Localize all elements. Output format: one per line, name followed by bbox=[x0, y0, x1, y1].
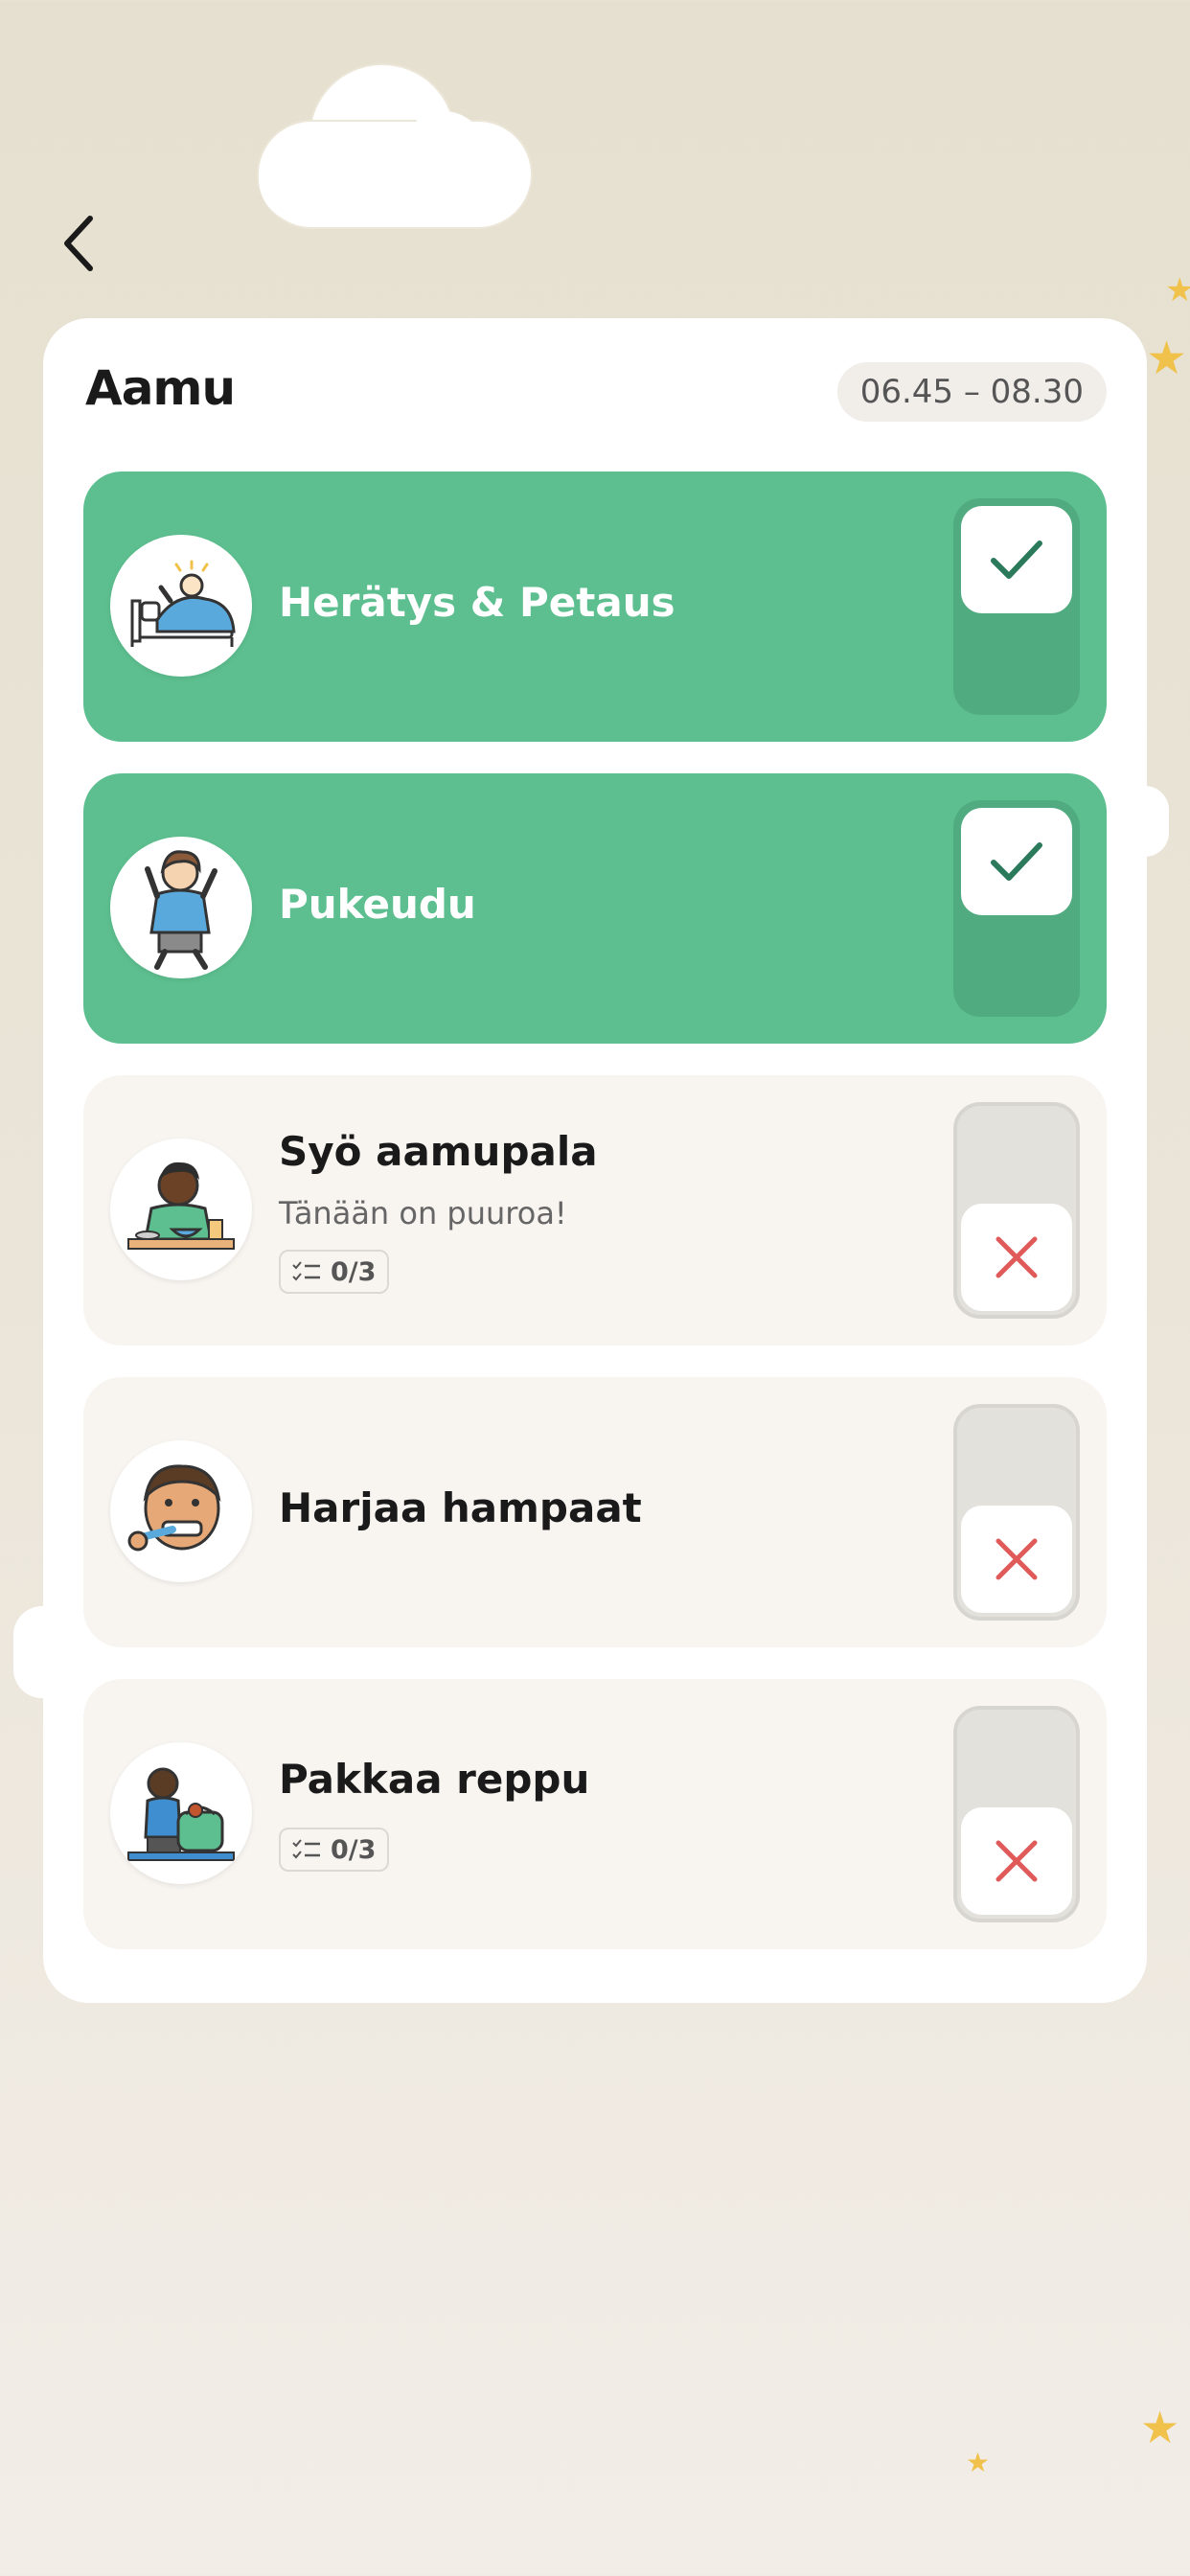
task-done-toggle[interactable] bbox=[953, 498, 1080, 715]
task-card-get-dressed[interactable]: Pukeudu bbox=[83, 773, 1107, 1044]
task-done-toggle[interactable] bbox=[953, 1102, 1080, 1319]
task-done-toggle[interactable] bbox=[953, 800, 1080, 1017]
toggle-knob bbox=[961, 1204, 1072, 1311]
checkmark-icon bbox=[991, 540, 1042, 579]
subtask-counter: 0/3 bbox=[279, 1828, 390, 1872]
checklist-icon bbox=[292, 1261, 320, 1281]
task-card-brush-teeth[interactable]: Harjaa hampaat bbox=[83, 1377, 1107, 1647]
toggle-knob bbox=[961, 1506, 1072, 1613]
brushing-teeth-illustration-icon bbox=[110, 1440, 252, 1582]
star-icon: ★ bbox=[1146, 332, 1188, 385]
back-button[interactable] bbox=[50, 209, 107, 278]
task-title: Syö aamupala bbox=[279, 1128, 598, 1175]
star-icon: ★ bbox=[966, 2447, 991, 2478]
routine-panel: Aamu 06.45 – 08.30 Herätys & Petaus Puke… bbox=[43, 318, 1147, 2003]
checklist-icon bbox=[292, 1839, 320, 1859]
cross-icon bbox=[995, 1840, 1038, 1882]
task-card-pack-backpack[interactable]: Pakkaa reppu 0/3 bbox=[83, 1679, 1107, 1949]
star-icon: ★ bbox=[1165, 271, 1190, 310]
waking-up-illustration-icon bbox=[110, 535, 252, 677]
chevron-left-icon bbox=[64, 216, 93, 271]
page-title: Aamu bbox=[85, 360, 236, 416]
subtask-count: 0/3 bbox=[331, 1834, 377, 1865]
cross-icon bbox=[995, 1236, 1038, 1278]
star-icon: ★ bbox=[1140, 2402, 1180, 2453]
task-title: Pukeudu bbox=[279, 881, 476, 928]
packing-backpack-illustration-icon bbox=[110, 1742, 252, 1884]
task-title: Harjaa hampaat bbox=[279, 1484, 642, 1531]
task-title: Pakkaa reppu bbox=[279, 1756, 590, 1803]
cloud-decoration-fill bbox=[259, 134, 527, 223]
subtask-count: 0/3 bbox=[331, 1256, 377, 1287]
toggle-knob bbox=[961, 808, 1072, 915]
toggle-knob bbox=[961, 506, 1072, 613]
subtask-counter: 0/3 bbox=[279, 1250, 390, 1294]
task-card-breakfast[interactable]: Syö aamupala Tänään on puuroa! 0/3 bbox=[83, 1075, 1107, 1346]
task-done-toggle[interactable] bbox=[953, 1404, 1080, 1621]
task-done-toggle[interactable] bbox=[953, 1706, 1080, 1922]
checkmark-icon bbox=[991, 842, 1042, 881]
getting-dressed-illustration-icon bbox=[110, 837, 252, 978]
task-subtitle: Tänään on puuroa! bbox=[279, 1195, 567, 1231]
time-range-badge: 06.45 – 08.30 bbox=[836, 362, 1107, 422]
task-card-wake-up[interactable]: Herätys & Petaus bbox=[83, 472, 1107, 742]
cross-icon bbox=[995, 1538, 1038, 1580]
task-title: Herätys & Petaus bbox=[279, 579, 675, 626]
eating-breakfast-illustration-icon bbox=[110, 1138, 252, 1280]
toggle-knob bbox=[961, 1807, 1072, 1915]
